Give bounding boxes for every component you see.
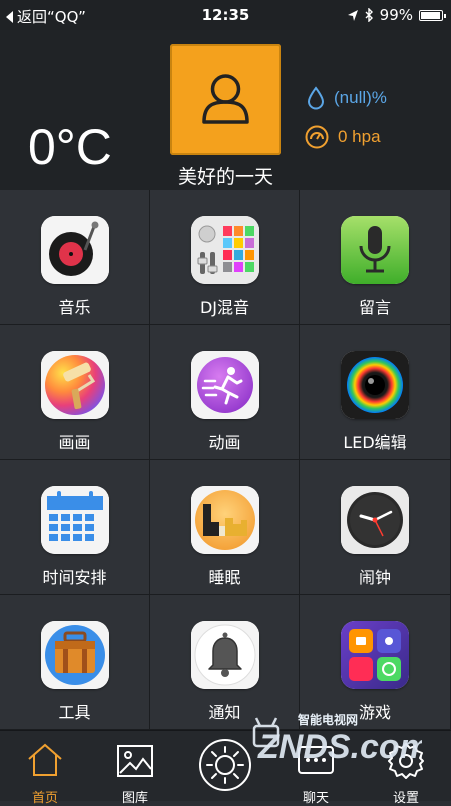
grid-item-label: 工具	[58, 703, 91, 722]
user-avatar-icon	[202, 74, 249, 124]
feature-grid: 音乐 DJ混音 留言 画画 动画 LED编辑 时间安排 睡眠 闹钟 工具 通知 …	[0, 190, 451, 730]
tab-label: 设置	[392, 791, 419, 806]
grid-item-label: DJ混音	[199, 298, 250, 317]
grid-item-alarm[interactable]: 闹钟	[300, 460, 451, 595]
bell-icon	[190, 621, 259, 689]
sleep-bars-icon	[190, 486, 259, 554]
grid-item-tools[interactable]: 工具	[0, 595, 150, 730]
grid-item-label: 闹钟	[358, 568, 391, 587]
gallery-icon	[117, 745, 153, 777]
pressure-readout: 0 hpa	[304, 124, 381, 150]
humidity-value: (null)%	[334, 88, 387, 107]
grid-item-sleep[interactable]: 睡眠	[150, 460, 300, 595]
sun-icon	[199, 739, 251, 791]
grid-item-label: 游戏	[358, 703, 391, 722]
grid-item-music[interactable]: 音乐	[0, 190, 150, 325]
tab-label: 聊天	[302, 791, 329, 806]
gauge-icon	[305, 125, 329, 149]
camera-lens-icon	[341, 351, 409, 419]
pressure-value: 0 hpa	[338, 127, 381, 146]
tab-label: 首页	[31, 791, 58, 806]
toolbox-icon	[40, 621, 109, 689]
battery-percent: 99%	[379, 6, 413, 24]
weather-header: 0°C 美好的一天 (null)% 0 hpa	[0, 30, 451, 190]
grid-item-label: 动画	[208, 433, 241, 452]
game-apps-icon	[341, 621, 409, 689]
dj-mixer-icon	[190, 216, 259, 284]
grid-item-games[interactable]: 游戏	[300, 595, 451, 730]
paint-roller-icon	[40, 351, 109, 419]
grid-item-label: 画画	[58, 433, 91, 452]
user-avatar-button[interactable]	[170, 44, 281, 155]
grid-item-dj-mix[interactable]: DJ混音	[150, 190, 300, 325]
grid-item-led-edit[interactable]: LED编辑	[300, 325, 451, 460]
grid-item-message[interactable]: 留言	[300, 190, 451, 325]
settings-gear-icon	[388, 743, 424, 779]
tab-label: 图库	[121, 791, 148, 806]
grid-item-schedule[interactable]: 时间安排	[0, 460, 150, 595]
calendar-icon	[40, 486, 109, 554]
home-icon	[28, 743, 62, 776]
running-man-icon	[190, 351, 259, 419]
bottom-tab-bar: 首页 图库 聊天 设置	[0, 730, 451, 806]
grid-item-label: 时间安排	[42, 568, 107, 587]
greeting-text: 美好的一天	[177, 166, 273, 188]
clock-icon	[341, 486, 409, 554]
humidity-readout: (null)%	[306, 86, 387, 110]
chat-icon	[298, 746, 334, 774]
grid-item-animation[interactable]: 动画	[150, 325, 300, 460]
grid-item-label: LED编辑	[343, 433, 407, 452]
battery-icon	[419, 9, 446, 21]
microphone-icon	[341, 216, 409, 284]
grid-item-label: 睡眠	[208, 568, 241, 587]
grid-item-label: 音乐	[58, 298, 91, 317]
music-record-icon	[40, 216, 109, 284]
water-drop-icon	[307, 86, 325, 110]
status-bar: 返回“QQ” 12:35 99%	[0, 0, 451, 30]
grid-item-label: 留言	[358, 298, 391, 317]
bluetooth-icon	[365, 8, 373, 22]
location-arrow-icon	[347, 9, 358, 21]
grid-item-label: 通知	[208, 703, 241, 722]
grid-item-notification[interactable]: 通知	[150, 595, 300, 730]
grid-item-paint[interactable]: 画画	[0, 325, 150, 460]
